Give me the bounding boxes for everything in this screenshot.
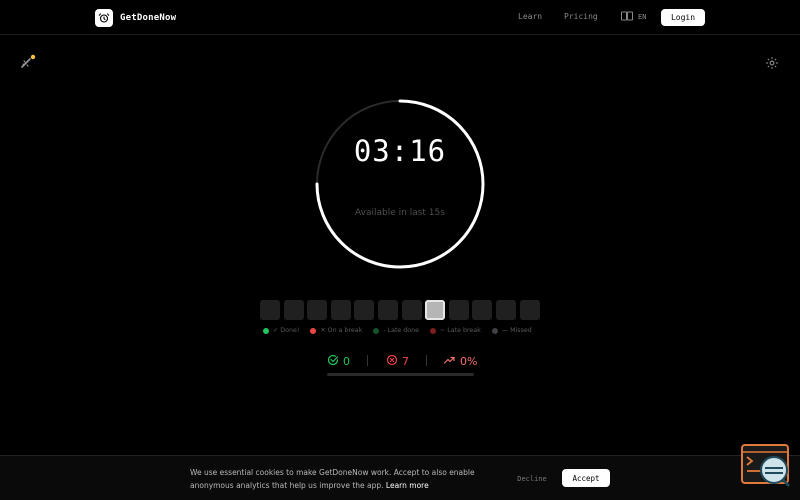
legend-dot [430, 327, 436, 334]
trending-up-icon [443, 354, 456, 369]
nav-pricing-link[interactable]: Pricing [564, 12, 598, 21]
timer-countdown: 03:16 [353, 134, 447, 168]
accept-button[interactable]: Accept [562, 469, 610, 487]
missed-count: 7 [402, 355, 409, 368]
slot-square [377, 300, 398, 320]
done-stat: 0 [327, 354, 350, 369]
completion-rate: 0% [460, 355, 478, 368]
decline-button[interactable]: Decline [508, 471, 556, 486]
slot-square [519, 300, 540, 320]
stats-row: 0 7 0% [327, 354, 477, 369]
cookie-message-text: We use essential cookies to make GetDone… [190, 468, 475, 490]
timer-availability-text: Available in last 15s [355, 208, 445, 218]
legend-label: ✕ On a break [320, 327, 363, 334]
legend-item: ~ Late break [430, 327, 481, 334]
legend-dot [373, 327, 380, 334]
slot-square [260, 300, 280, 320]
learn-more-link[interactable]: Learn more [386, 481, 429, 490]
wand-sparkle-icon[interactable] [20, 54, 38, 74]
language-code: EN [638, 13, 647, 21]
slot-square [307, 300, 328, 320]
gear-icon[interactable] [765, 55, 779, 74]
legend-dot [310, 327, 317, 334]
slot-square [401, 300, 422, 320]
missed-stat: 7 [386, 354, 409, 369]
check-circle-icon [327, 354, 339, 369]
slot-square [472, 300, 493, 320]
legend-item: - Late done [373, 327, 419, 334]
stat-divider [426, 355, 427, 366]
book-icon [621, 11, 633, 23]
legend-label: — Missed [501, 327, 532, 334]
legend-dot [491, 327, 498, 334]
timer-ring [315, 99, 485, 269]
legend-item: ✓ Done! [263, 327, 299, 334]
stat-divider [367, 355, 368, 366]
language-switcher[interactable]: EN [621, 11, 646, 23]
legend-label: ~ Late break [440, 327, 481, 334]
completion-progress-bar [327, 373, 474, 376]
slot-square [330, 300, 351, 320]
status-legend: ✓ Done! ✕ On a break - Late done ~ Late bre… [263, 327, 532, 334]
nav-learn-link[interactable]: Learn [518, 12, 542, 21]
alarm-clock-icon [95, 9, 113, 27]
slot-square-current [425, 300, 446, 320]
top-navigation-bar: GetDoneNow Learn Pricing EN Login [0, 0, 800, 35]
legend-dot [263, 327, 269, 334]
cookie-message: We use essential cookies to make GetDone… [190, 466, 500, 492]
brand-name: GetDoneNow [120, 13, 177, 23]
x-circle-icon [386, 354, 398, 369]
terminal-avatar-icon[interactable] [741, 444, 791, 488]
login-button[interactable]: Login [661, 9, 705, 26]
legend-label: ✓ Done! [273, 327, 300, 334]
slot-square [283, 300, 304, 320]
check-in-slots [260, 300, 540, 320]
rate-stat: 0% [443, 354, 477, 369]
slot-square [495, 300, 516, 320]
legend-label: - Late done [383, 327, 419, 334]
cookie-banner: We use essential cookies to make GetDone… [0, 455, 800, 500]
done-count: 0 [343, 355, 350, 368]
legend-item: — Missed [491, 327, 532, 334]
slot-square [354, 300, 375, 320]
legend-item: ✕ On a break [310, 327, 362, 334]
slot-square [448, 300, 469, 320]
brand-link[interactable]: GetDoneNow [95, 9, 176, 27]
